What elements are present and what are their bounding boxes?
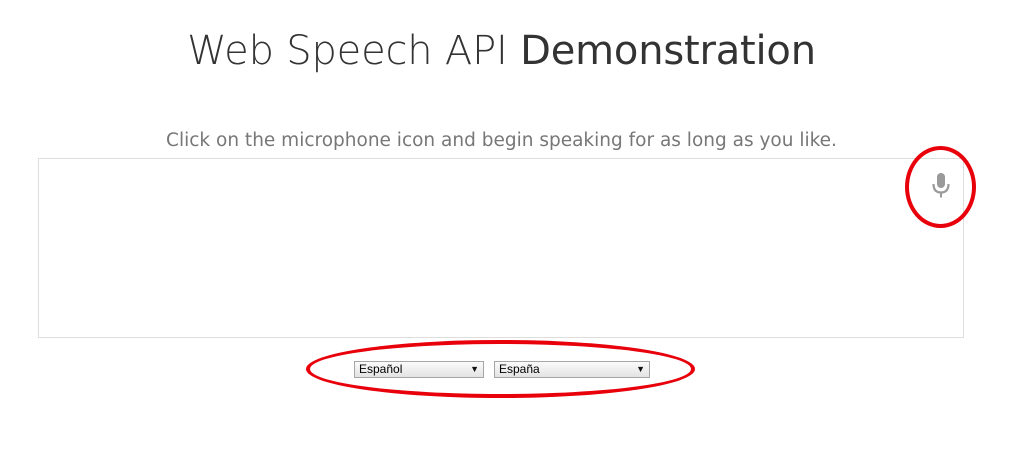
page-title-part-b: Demonstration bbox=[520, 28, 816, 74]
dropdown-arrow-icon: ▼ bbox=[470, 364, 479, 374]
dropdown-arrow-icon: ▼ bbox=[636, 364, 645, 374]
page-title: Web Speech API Demonstration bbox=[0, 28, 1003, 74]
page: Web Speech API Demonstration Click on th… bbox=[0, 0, 1036, 462]
instructions-text: Click on the microphone icon and begin s… bbox=[166, 130, 837, 151]
results-box[interactable] bbox=[38, 158, 964, 338]
language-select-value: Español bbox=[359, 362, 403, 376]
language-select[interactable]: Español ▼ bbox=[354, 361, 484, 378]
dialect-select-value: España bbox=[499, 362, 540, 376]
microphone-button[interactable] bbox=[928, 170, 954, 202]
page-title-part-a: Web Speech API bbox=[187, 28, 508, 74]
microphone-icon bbox=[932, 173, 950, 198]
dialect-select[interactable]: España ▼ bbox=[494, 361, 650, 378]
